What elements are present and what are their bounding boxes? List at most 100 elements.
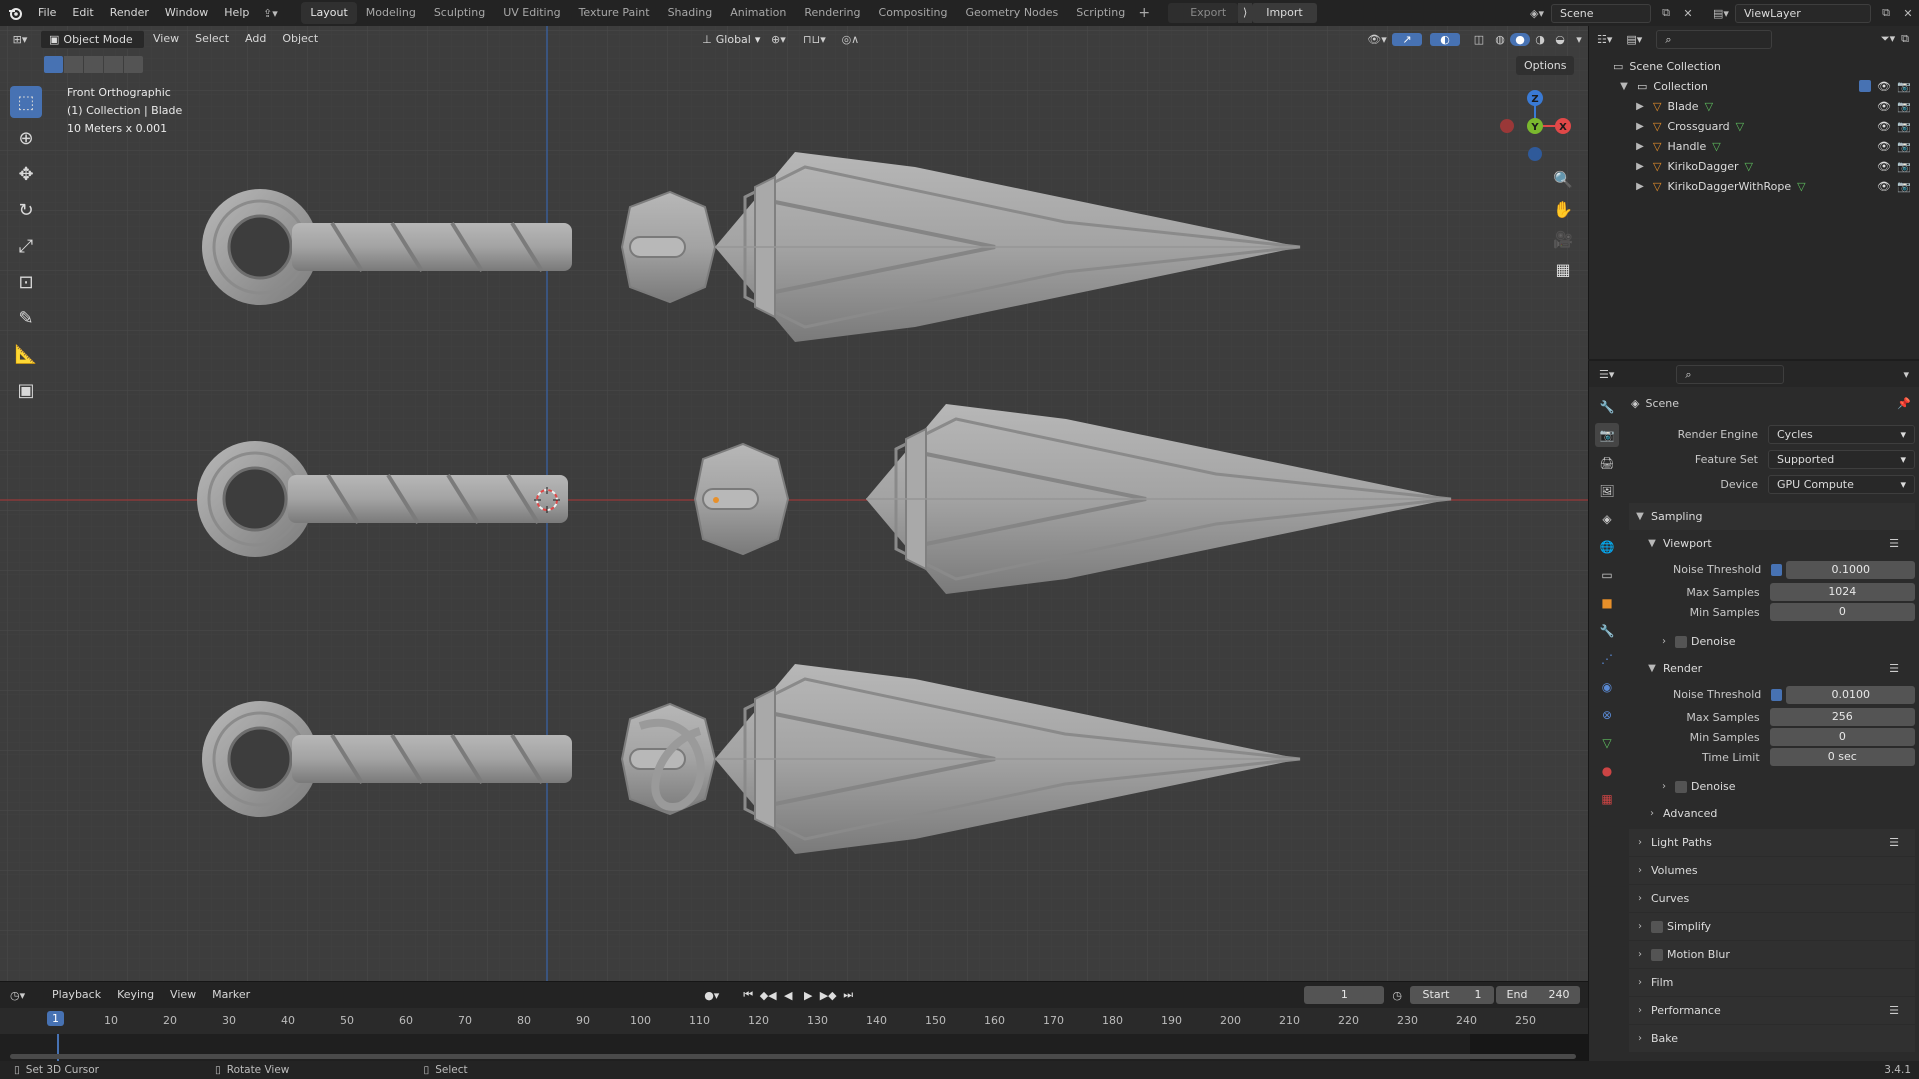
ortho-grid-icon[interactable]: ▦ bbox=[1551, 260, 1575, 284]
timeline-ruler[interactable]: 1 10 20 30 40 50 60 70 80 90 100 110 120… bbox=[0, 1008, 1588, 1034]
list-icon[interactable]: ☰ bbox=[1889, 836, 1899, 849]
physics-tab-icon[interactable]: ◉ bbox=[1595, 675, 1619, 699]
navigation-gizmo[interactable]: X Z Y bbox=[1495, 86, 1575, 166]
render-noise-threshold-field[interactable]: 0.0100 bbox=[1786, 685, 1915, 704]
jump-keyframe-back-icon[interactable]: ◆◀ bbox=[758, 989, 778, 1002]
panel-sampling[interactable]: ▼ Sampling bbox=[1629, 503, 1915, 530]
crossguard-model[interactable] bbox=[694, 443, 789, 555]
outliner-row-scene-collection[interactable]: ▭ Scene Collection bbox=[1589, 56, 1919, 76]
render-denoise-checkbox[interactable] bbox=[1675, 780, 1687, 793]
render-time-limit-field[interactable]: 0 sec bbox=[1769, 748, 1915, 766]
subpanel-render-denoise[interactable]: › Denoise bbox=[1629, 773, 1915, 800]
camera-icon[interactable]: 📷 bbox=[1897, 160, 1911, 173]
pivot-point-icon[interactable]: ⊕▾ bbox=[760, 33, 796, 46]
annotate-icon[interactable]: ✎ bbox=[10, 302, 42, 334]
camera-icon[interactable]: 📷 bbox=[1897, 120, 1911, 133]
3d-viewport[interactable] bbox=[0, 26, 1588, 981]
outliner-row-handle[interactable]: ▶ ▽ Handle ▽ 👁 📷 bbox=[1589, 136, 1919, 156]
options-dropdown[interactable]: Options bbox=[1516, 56, 1575, 75]
eye-icon[interactable]: 👁 bbox=[1877, 160, 1891, 173]
cursor-icon[interactable]: ⊕ bbox=[10, 122, 42, 154]
transform-orientation-selector[interactable]: ⊥ Global ▾ bbox=[702, 33, 760, 46]
outliner-row-kirikodaggerwithrope[interactable]: ▶ ▽ KirikoDaggerWithRope ▽ 👁 📷 bbox=[1589, 176, 1919, 196]
viewport-denoise-checkbox[interactable] bbox=[1675, 635, 1687, 648]
timeline-editor-icon[interactable]: ◷▾ bbox=[10, 989, 44, 1002]
list-icon[interactable]: ☰ bbox=[1889, 1004, 1899, 1017]
shading-material-icon[interactable]: ◑ bbox=[1530, 33, 1550, 46]
pan-hand-icon[interactable]: ✋ bbox=[1551, 200, 1575, 224]
panel-volumes[interactable]: › Volumes bbox=[1629, 857, 1915, 884]
zoom-icon[interactable]: 🔍 bbox=[1551, 170, 1575, 194]
select-invert-icon[interactable] bbox=[104, 56, 123, 73]
panel-bake[interactable]: › Bake bbox=[1629, 1025, 1915, 1052]
chevron-down-icon[interactable]: ▼ bbox=[1617, 81, 1631, 92]
menu-edit[interactable]: Edit bbox=[64, 0, 101, 26]
shading-rendered-icon[interactable]: ◒ bbox=[1550, 33, 1570, 46]
camera-icon[interactable]: 📷 bbox=[1897, 140, 1911, 153]
viewport-noise-threshold-field[interactable]: 0.1000 bbox=[1786, 560, 1915, 579]
camera-icon[interactable]: 📷 bbox=[1897, 80, 1911, 93]
handle-model[interactable] bbox=[286, 473, 570, 525]
tab-shading[interactable]: Shading bbox=[659, 2, 722, 24]
editor-type-icon[interactable]: ⊞▾ bbox=[0, 33, 40, 46]
tab-texture-paint[interactable]: Texture Paint bbox=[570, 2, 659, 24]
play-icon[interactable]: ▶ bbox=[798, 989, 818, 1002]
device-select[interactable]: GPU Compute ▾ bbox=[1768, 475, 1915, 494]
tab-layout[interactable]: Layout bbox=[301, 2, 357, 24]
tab-animation[interactable]: Animation bbox=[721, 2, 795, 24]
outliner-row-collection[interactable]: ▼ ▭ Collection 👁 📷 bbox=[1589, 76, 1919, 96]
menu-help[interactable]: Help bbox=[216, 0, 257, 26]
object-mode-selector[interactable]: ▣ Object Mode bbox=[40, 29, 145, 49]
viewport-menu-view[interactable]: View bbox=[145, 26, 187, 52]
shading-solid-icon[interactable]: ● bbox=[1510, 32, 1530, 46]
tab-uv-editing[interactable]: UV Editing bbox=[494, 2, 569, 24]
particles-tab-icon[interactable]: ⋰ bbox=[1595, 647, 1619, 671]
eye-icon[interactable]: 👁 bbox=[1877, 100, 1891, 113]
properties-editor-icon[interactable]: ☰▾ bbox=[1599, 368, 1614, 381]
feature-set-select[interactable]: Supported ▾ bbox=[1768, 450, 1915, 469]
blender-logo-icon[interactable] bbox=[0, 0, 30, 26]
scene-icon[interactable]: ◈▾ bbox=[1523, 7, 1551, 20]
outliner-row-kirikodagger[interactable]: ▶ ▽ KirikoDagger ▽ 👁 📷 bbox=[1589, 156, 1919, 176]
timeline-menu-playback[interactable]: Playback bbox=[44, 982, 109, 1008]
tool-tab-icon[interactable]: 🔧 bbox=[1595, 395, 1619, 419]
scene-selector[interactable]: Scene bbox=[1551, 3, 1651, 23]
tab-scripting[interactable]: Scripting bbox=[1067, 2, 1134, 24]
tab-rendering[interactable]: Rendering bbox=[795, 2, 869, 24]
delete-scene-icon[interactable]: ✕ bbox=[1677, 7, 1699, 20]
pin-icon[interactable]: 📌 bbox=[1897, 397, 1911, 410]
timeline-scrollbar[interactable] bbox=[10, 1054, 1576, 1059]
motion-blur-checkbox[interactable] bbox=[1651, 948, 1663, 961]
move-icon[interactable]: ✥ bbox=[10, 158, 42, 190]
eye-icon[interactable]: 👁 bbox=[1877, 140, 1891, 153]
chevron-right-icon[interactable]: ▶ bbox=[1633, 181, 1647, 192]
viewport-max-samples-field[interactable]: 1024 bbox=[1769, 583, 1915, 601]
measure-icon[interactable]: 📐 bbox=[10, 338, 42, 370]
start-frame-field[interactable]: Start 1 bbox=[1410, 986, 1494, 1004]
camera-view-icon[interactable]: 🎥 bbox=[1551, 230, 1575, 254]
play-reverse-icon[interactable]: ◀ bbox=[778, 989, 798, 1002]
overlay-toggle-icon[interactable]: ◐ bbox=[1430, 32, 1460, 46]
add-cube-icon[interactable]: ▣ bbox=[10, 374, 42, 406]
render-engine-select[interactable]: Cycles ▾ bbox=[1768, 425, 1915, 444]
export-button[interactable]: Export bbox=[1168, 3, 1239, 23]
material-tab-icon[interactable]: ● bbox=[1595, 759, 1619, 783]
clock-icon[interactable]: ◷ bbox=[1392, 989, 1402, 1002]
output-tab-icon[interactable]: 🖨 bbox=[1595, 451, 1619, 475]
subpanel-viewport[interactable]: ▼ Viewport ☰ bbox=[1629, 530, 1915, 557]
select-extend-icon[interactable] bbox=[64, 56, 83, 73]
panel-light-paths[interactable]: › Light Paths ☰ bbox=[1629, 829, 1915, 856]
delete-viewlayer-icon[interactable]: ✕ bbox=[1897, 7, 1919, 20]
proportional-editing-icon[interactable]: ◎∧ bbox=[832, 33, 868, 46]
render-noise-checkbox[interactable] bbox=[1771, 688, 1783, 701]
viewport-noise-checkbox[interactable] bbox=[1771, 563, 1783, 576]
menu-file[interactable]: File bbox=[30, 0, 64, 26]
viewport-min-samples-field[interactable]: 0 bbox=[1769, 603, 1915, 621]
viewlayer-selector[interactable]: ViewLayer bbox=[1735, 3, 1871, 23]
viewlayer-icon[interactable]: ▤▾ bbox=[1707, 7, 1735, 20]
timeline-menu-keying[interactable]: Keying bbox=[109, 982, 162, 1008]
tab-modeling[interactable]: Modeling bbox=[357, 2, 425, 24]
select-new-icon[interactable] bbox=[44, 56, 63, 73]
modifier-tab-icon[interactable]: 🔧 bbox=[1595, 619, 1619, 643]
viewport-menu-object[interactable]: Object bbox=[274, 26, 326, 52]
